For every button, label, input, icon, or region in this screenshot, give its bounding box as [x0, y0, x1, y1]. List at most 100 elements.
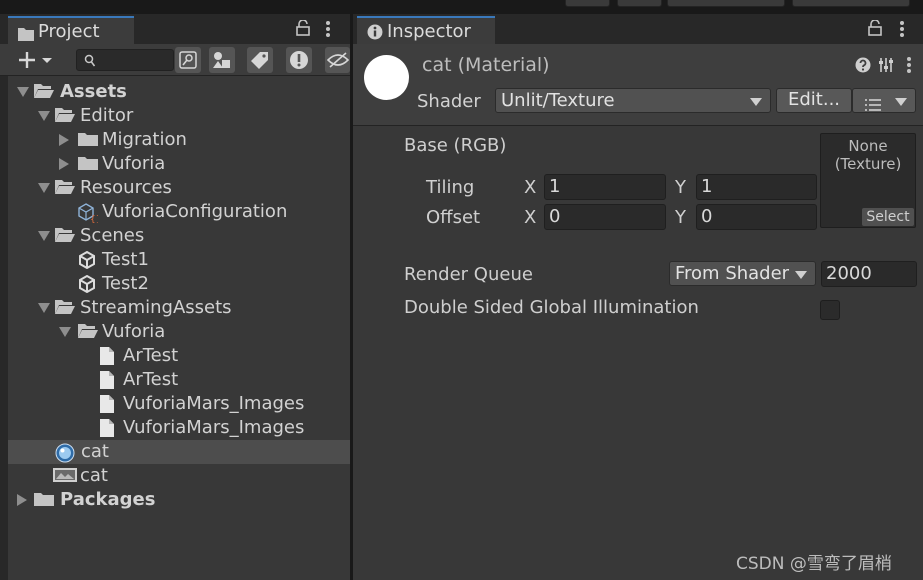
list-icon	[865, 95, 881, 116]
tree-item-label: Scenes	[80, 225, 145, 246]
texture-select-button[interactable]: Select	[862, 208, 914, 226]
folder-open-icon	[55, 107, 75, 128]
shader-options-button[interactable]	[852, 88, 916, 113]
tree-item-label: VuforiaConfiguration	[102, 201, 288, 222]
tiling-x-label: X	[524, 177, 537, 198]
collapse-arrow-icon[interactable]	[59, 134, 69, 146]
tree-item[interactable]: Vuforia	[8, 320, 350, 344]
tree-item[interactable]: Test1	[8, 248, 350, 272]
svg-text:{}: {}	[90, 215, 98, 223]
search-input[interactable]	[76, 49, 174, 71]
offset-x-field[interactable]: 0	[544, 204, 666, 230]
offset-y-field[interactable]: 0	[696, 204, 817, 230]
tiling-label: Tiling	[426, 177, 475, 198]
shader-dropdown[interactable]: Unlit/Texture	[495, 88, 771, 113]
render-queue-dropdown[interactable]: From Shader	[669, 261, 816, 286]
expand-arrow-icon[interactable]	[38, 111, 50, 121]
tree-item-label: cat	[80, 465, 108, 486]
render-queue-field[interactable]: 2000	[821, 261, 917, 287]
tree-item-label: StreamingAssets	[80, 297, 232, 318]
file-icon	[100, 371, 114, 394]
tree-item-label: ArTest	[123, 345, 179, 366]
shader-label: Shader	[417, 91, 481, 112]
tiling-x-field[interactable]: 1	[544, 174, 666, 200]
top-toolbar-button[interactable]	[617, 0, 662, 7]
tiling-y-field[interactable]: 1	[696, 174, 817, 200]
tree-item[interactable]: ArTest	[8, 344, 350, 368]
search-icon	[84, 53, 96, 72]
tree-item-label: Migration	[102, 129, 187, 150]
material-header: cat (Material) Shader Unlit/Texture Edit…	[353, 44, 923, 126]
tree-item-label: Vuforia	[102, 321, 166, 342]
tree-item[interactable]: {} VuforiaConfiguration	[8, 200, 350, 225]
collapse-arrow-icon[interactable]	[59, 158, 69, 170]
shader-edit-label: Edit...	[787, 89, 841, 110]
inspector-tab-bar: Inspector	[353, 14, 923, 44]
left-gutter	[0, 76, 8, 580]
render-queue-mode: From Shader	[675, 263, 790, 284]
more-options-icon[interactable]	[899, 20, 905, 43]
tree-item-label: Test1	[102, 249, 149, 270]
double-sided-gi-checkbox[interactable]	[820, 300, 840, 320]
tree-item-label: Assets	[60, 81, 127, 102]
tree-item[interactable]: cat	[8, 440, 350, 464]
expand-arrow-icon[interactable]	[38, 303, 50, 313]
expand-arrow-icon[interactable]	[38, 183, 50, 193]
help-icon[interactable]	[855, 57, 871, 77]
expand-arrow-icon[interactable]	[17, 87, 29, 97]
tree-item-label: VuforiaMars_Images	[123, 417, 305, 438]
layout-dropdown[interactable]	[667, 0, 785, 7]
tree-item[interactable]: VuforiaMars_Images	[8, 392, 350, 416]
folder-icon	[78, 155, 98, 176]
tree-item[interactable]: Test2	[8, 272, 350, 296]
watermark: CSDN @雪弯了眉梢	[736, 554, 892, 574]
info-icon	[367, 24, 383, 45]
file-icon	[100, 419, 114, 442]
tree-item-label: Editor	[80, 105, 134, 126]
tree-item[interactable]: Assets	[8, 80, 350, 104]
more-options-icon[interactable]	[325, 20, 331, 43]
top-toolbar-button[interactable]	[565, 0, 610, 7]
tree-item[interactable]: VuforiaMars_Images	[8, 416, 350, 440]
hidden-packages-icon[interactable]	[325, 47, 350, 73]
shader-edit-button[interactable]: Edit...	[776, 88, 852, 113]
more-options-icon[interactable]	[906, 56, 912, 78]
filter-by-type-icon[interactable]	[209, 47, 235, 73]
project-tab-bar: Project	[0, 14, 350, 44]
top-toolbar-dropdown[interactable]	[792, 0, 910, 7]
tree-item-label: VuforiaMars_Images	[123, 393, 305, 414]
folder-icon	[18, 25, 34, 46]
folder-icon	[78, 131, 98, 152]
lock-icon[interactable]	[296, 19, 310, 41]
file-icon	[100, 347, 114, 370]
tab-project[interactable]: Project	[8, 16, 134, 44]
create-button[interactable]	[18, 50, 56, 74]
tree-item[interactable]: cat	[8, 464, 350, 488]
texture-slot[interactable]: None (Texture) Select	[820, 133, 916, 228]
tab-label: Inspector	[387, 21, 471, 42]
filter-by-label-icon[interactable]	[247, 47, 273, 73]
tiling-y-label: Y	[675, 177, 686, 198]
tree-item[interactable]: Resources	[8, 176, 350, 200]
tree-item-label: Test2	[102, 273, 149, 294]
tab-inspector[interactable]: Inspector	[357, 16, 495, 44]
presets-icon[interactable]	[878, 57, 894, 77]
tree-item[interactable]: Packages	[8, 488, 350, 512]
tree-item[interactable]: StreamingAssets	[8, 296, 350, 320]
collapse-arrow-icon[interactable]	[17, 494, 27, 506]
warning-icon[interactable]	[286, 47, 312, 73]
base-rgb-label: Base (RGB)	[404, 135, 507, 156]
tree-item-label: Packages	[60, 489, 156, 510]
tree-item[interactable]: Editor	[8, 104, 350, 128]
folder-open-icon	[78, 323, 98, 344]
tree-item[interactable]: Vuforia	[8, 152, 350, 176]
tree-item[interactable]: Scenes	[8, 224, 350, 248]
lock-icon[interactable]	[868, 19, 882, 41]
chevron-down-icon	[895, 98, 907, 106]
tree-item[interactable]: ArTest	[8, 368, 350, 392]
expand-arrow-icon[interactable]	[59, 327, 71, 337]
tree-item[interactable]: Migration	[8, 128, 350, 152]
search-by-type-button[interactable]	[175, 47, 201, 73]
expand-arrow-icon[interactable]	[38, 231, 50, 241]
folder-open-icon	[34, 83, 54, 104]
